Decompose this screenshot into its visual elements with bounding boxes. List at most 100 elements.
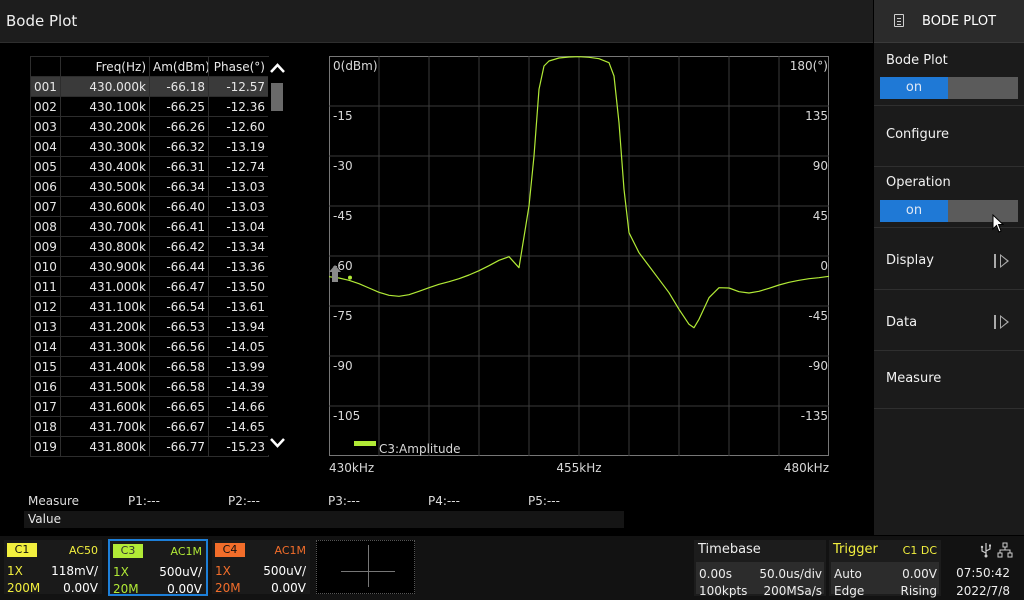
y-right-tick-label: -45: [808, 309, 828, 323]
row-index: 018: [30, 416, 61, 437]
measure-value-row: Value: [24, 511, 624, 528]
menu-item-data[interactable]: Data: [874, 290, 1024, 351]
table-row[interactable]: 007 430.600k -66.40 -13.03: [30, 196, 288, 217]
channel-c4-box[interactable]: C4 AC1M 1X 500uV/ 20M 0.00V: [212, 540, 310, 595]
timebase-box[interactable]: Timebase 0.00s 50.0us/div 100kpts 200MSa…: [694, 540, 826, 598]
menu-item-bode-plot[interactable]: Bode Plot on: [874, 44, 1024, 106]
table-row[interactable]: 009 430.800k -66.42 -13.34: [30, 236, 288, 257]
row-phase: -13.50: [208, 276, 269, 297]
data-label: Data: [886, 315, 918, 330]
y-right-tick-label: 135: [805, 109, 828, 123]
row-freq: 430.200k: [60, 116, 150, 137]
scroll-down-icon[interactable]: [270, 435, 285, 450]
table-row[interactable]: 010 430.900k -66.44 -13.36: [30, 256, 288, 277]
trigger-slope: Rising: [900, 584, 937, 598]
timebase-label: Timebase: [698, 542, 761, 557]
menu-header-title: BODE PLOT: [922, 14, 997, 29]
c1-coupling: AC50: [68, 544, 98, 557]
table-row[interactable]: 011 431.000k -66.47 -13.50: [30, 276, 288, 297]
configure-label: Configure: [886, 127, 950, 142]
table-row[interactable]: 008 430.700k -66.41 -13.04: [30, 216, 288, 237]
submenu-arrow-icon: [994, 254, 1012, 268]
row-amplitude: -66.54: [149, 296, 209, 317]
table-row[interactable]: 016 431.500k -66.58 -14.39: [30, 376, 288, 397]
measure-menu-label: Measure: [886, 371, 942, 386]
status-bar: C1 AC50 1X 118mV/ 200M 0.00V C3 AC1M 1X …: [0, 536, 1024, 600]
row-phase: -12.36: [208, 96, 269, 117]
y-right-tick-label: 45: [813, 209, 828, 223]
table-scrollbar[interactable]: [268, 57, 287, 455]
row-amplitude: -66.18: [149, 76, 209, 97]
table-row[interactable]: 005 430.400k -66.31 -12.74: [30, 156, 288, 177]
table-row[interactable]: 014 431.300k -66.56 -14.05: [30, 336, 288, 357]
y-right-tick-label: 90: [813, 159, 828, 173]
add-channel-button[interactable]: [316, 540, 415, 594]
c4-coupling: AC1M: [274, 544, 306, 557]
row-index: 001: [30, 76, 61, 97]
table-row[interactable]: 003 430.200k -66.26 -12.60: [30, 116, 288, 137]
row-index: 006: [30, 176, 61, 197]
table-row[interactable]: 019 431.800k -66.77 -15.23: [30, 436, 288, 457]
c4-scale: 500uV/: [263, 564, 306, 578]
channel-c3-box[interactable]: C3 AC1M 1X 500uV/ 20M 0.00V: [108, 539, 208, 596]
table-row[interactable]: 018 431.700k -66.67 -14.65: [30, 416, 288, 437]
bode-plot-label: Bode Plot: [886, 53, 948, 68]
menu-item-configure[interactable]: Configure: [874, 106, 1024, 167]
row-freq: 431.800k: [60, 436, 150, 457]
table-row[interactable]: 002 430.100k -66.25 -12.36: [30, 96, 288, 117]
x-tick-label: 455kHz: [556, 461, 601, 475]
c1-scale: 118mV/: [51, 564, 98, 578]
table-row[interactable]: 017 431.600k -66.65 -14.66: [30, 396, 288, 417]
row-freq: 430.100k: [60, 96, 150, 117]
c1-probe: 1X: [7, 564, 23, 578]
row-index: 016: [30, 376, 61, 397]
submenu-arrow-icon: [994, 315, 1012, 329]
row-phase: -13.04: [208, 216, 269, 237]
row-freq: 430.400k: [60, 156, 150, 177]
trigger-box[interactable]: Trigger C1 DC Auto 0.00V Edge Rising: [829, 540, 941, 598]
table-row[interactable]: 012 431.100k -66.54 -13.61: [30, 296, 288, 317]
menu-header: BODE PLOT: [874, 0, 1024, 43]
trigger-source: C1 DC: [902, 544, 937, 557]
document-icon: [894, 14, 904, 27]
channel-c1-box[interactable]: C1 AC50 1X 118mV/ 200M 0.00V: [4, 540, 102, 595]
row-phase: -14.39: [208, 376, 269, 397]
row-index: 019: [30, 436, 61, 457]
row-amplitude: -66.42: [149, 236, 209, 257]
row-amplitude: -66.40: [149, 196, 209, 217]
col-header-freq: Freq(Hz): [60, 56, 150, 77]
row-freq: 431.100k: [60, 296, 150, 317]
table-row[interactable]: 015 431.400k -66.58 -13.99: [30, 356, 288, 377]
row-freq: 431.400k: [60, 356, 150, 377]
y-right-tick-label: -135: [801, 409, 828, 423]
row-freq: 431.300k: [60, 336, 150, 357]
c1-offset: 0.00V: [63, 581, 98, 595]
y-left-tick-label: -15: [333, 109, 353, 123]
row-phase: -13.61: [208, 296, 269, 317]
y-left-tick-label: -30: [333, 159, 353, 173]
row-phase: -14.65: [208, 416, 269, 437]
scroll-up-icon[interactable]: [270, 61, 285, 76]
display-label: Display: [886, 253, 934, 268]
bode-plot-toggle[interactable]: on: [880, 77, 1018, 99]
table-row[interactable]: 004 430.300k -66.32 -13.19: [30, 136, 288, 157]
x-tick-label: 480kHz: [784, 461, 829, 475]
table-row[interactable]: 001 430.000k -66.18 -12.57: [30, 76, 288, 97]
menu-item-display[interactable]: Display: [874, 228, 1024, 290]
row-phase: -13.94: [208, 316, 269, 337]
scroll-thumb[interactable]: [271, 83, 283, 111]
table-row[interactable]: 013 431.200k -66.53 -13.94: [30, 316, 288, 337]
x-tick-label: 430kHz: [329, 461, 374, 475]
timebase-rate: 200MSa/s: [763, 584, 822, 598]
row-phase: -14.66: [208, 396, 269, 417]
trigger-type: Edge: [834, 584, 865, 598]
legend-label: C3:Amplitude: [379, 442, 461, 456]
page-title: Bode Plot: [6, 12, 78, 30]
row-index: 017: [30, 396, 61, 417]
row-index: 002: [30, 96, 61, 117]
menu-item-measure[interactable]: Measure: [874, 351, 1024, 409]
row-phase: -12.57: [208, 76, 269, 97]
table-row[interactable]: 006 430.500k -66.34 -13.03: [30, 176, 288, 197]
row-freq: 430.800k: [60, 236, 150, 257]
row-amplitude: -66.65: [149, 396, 209, 417]
